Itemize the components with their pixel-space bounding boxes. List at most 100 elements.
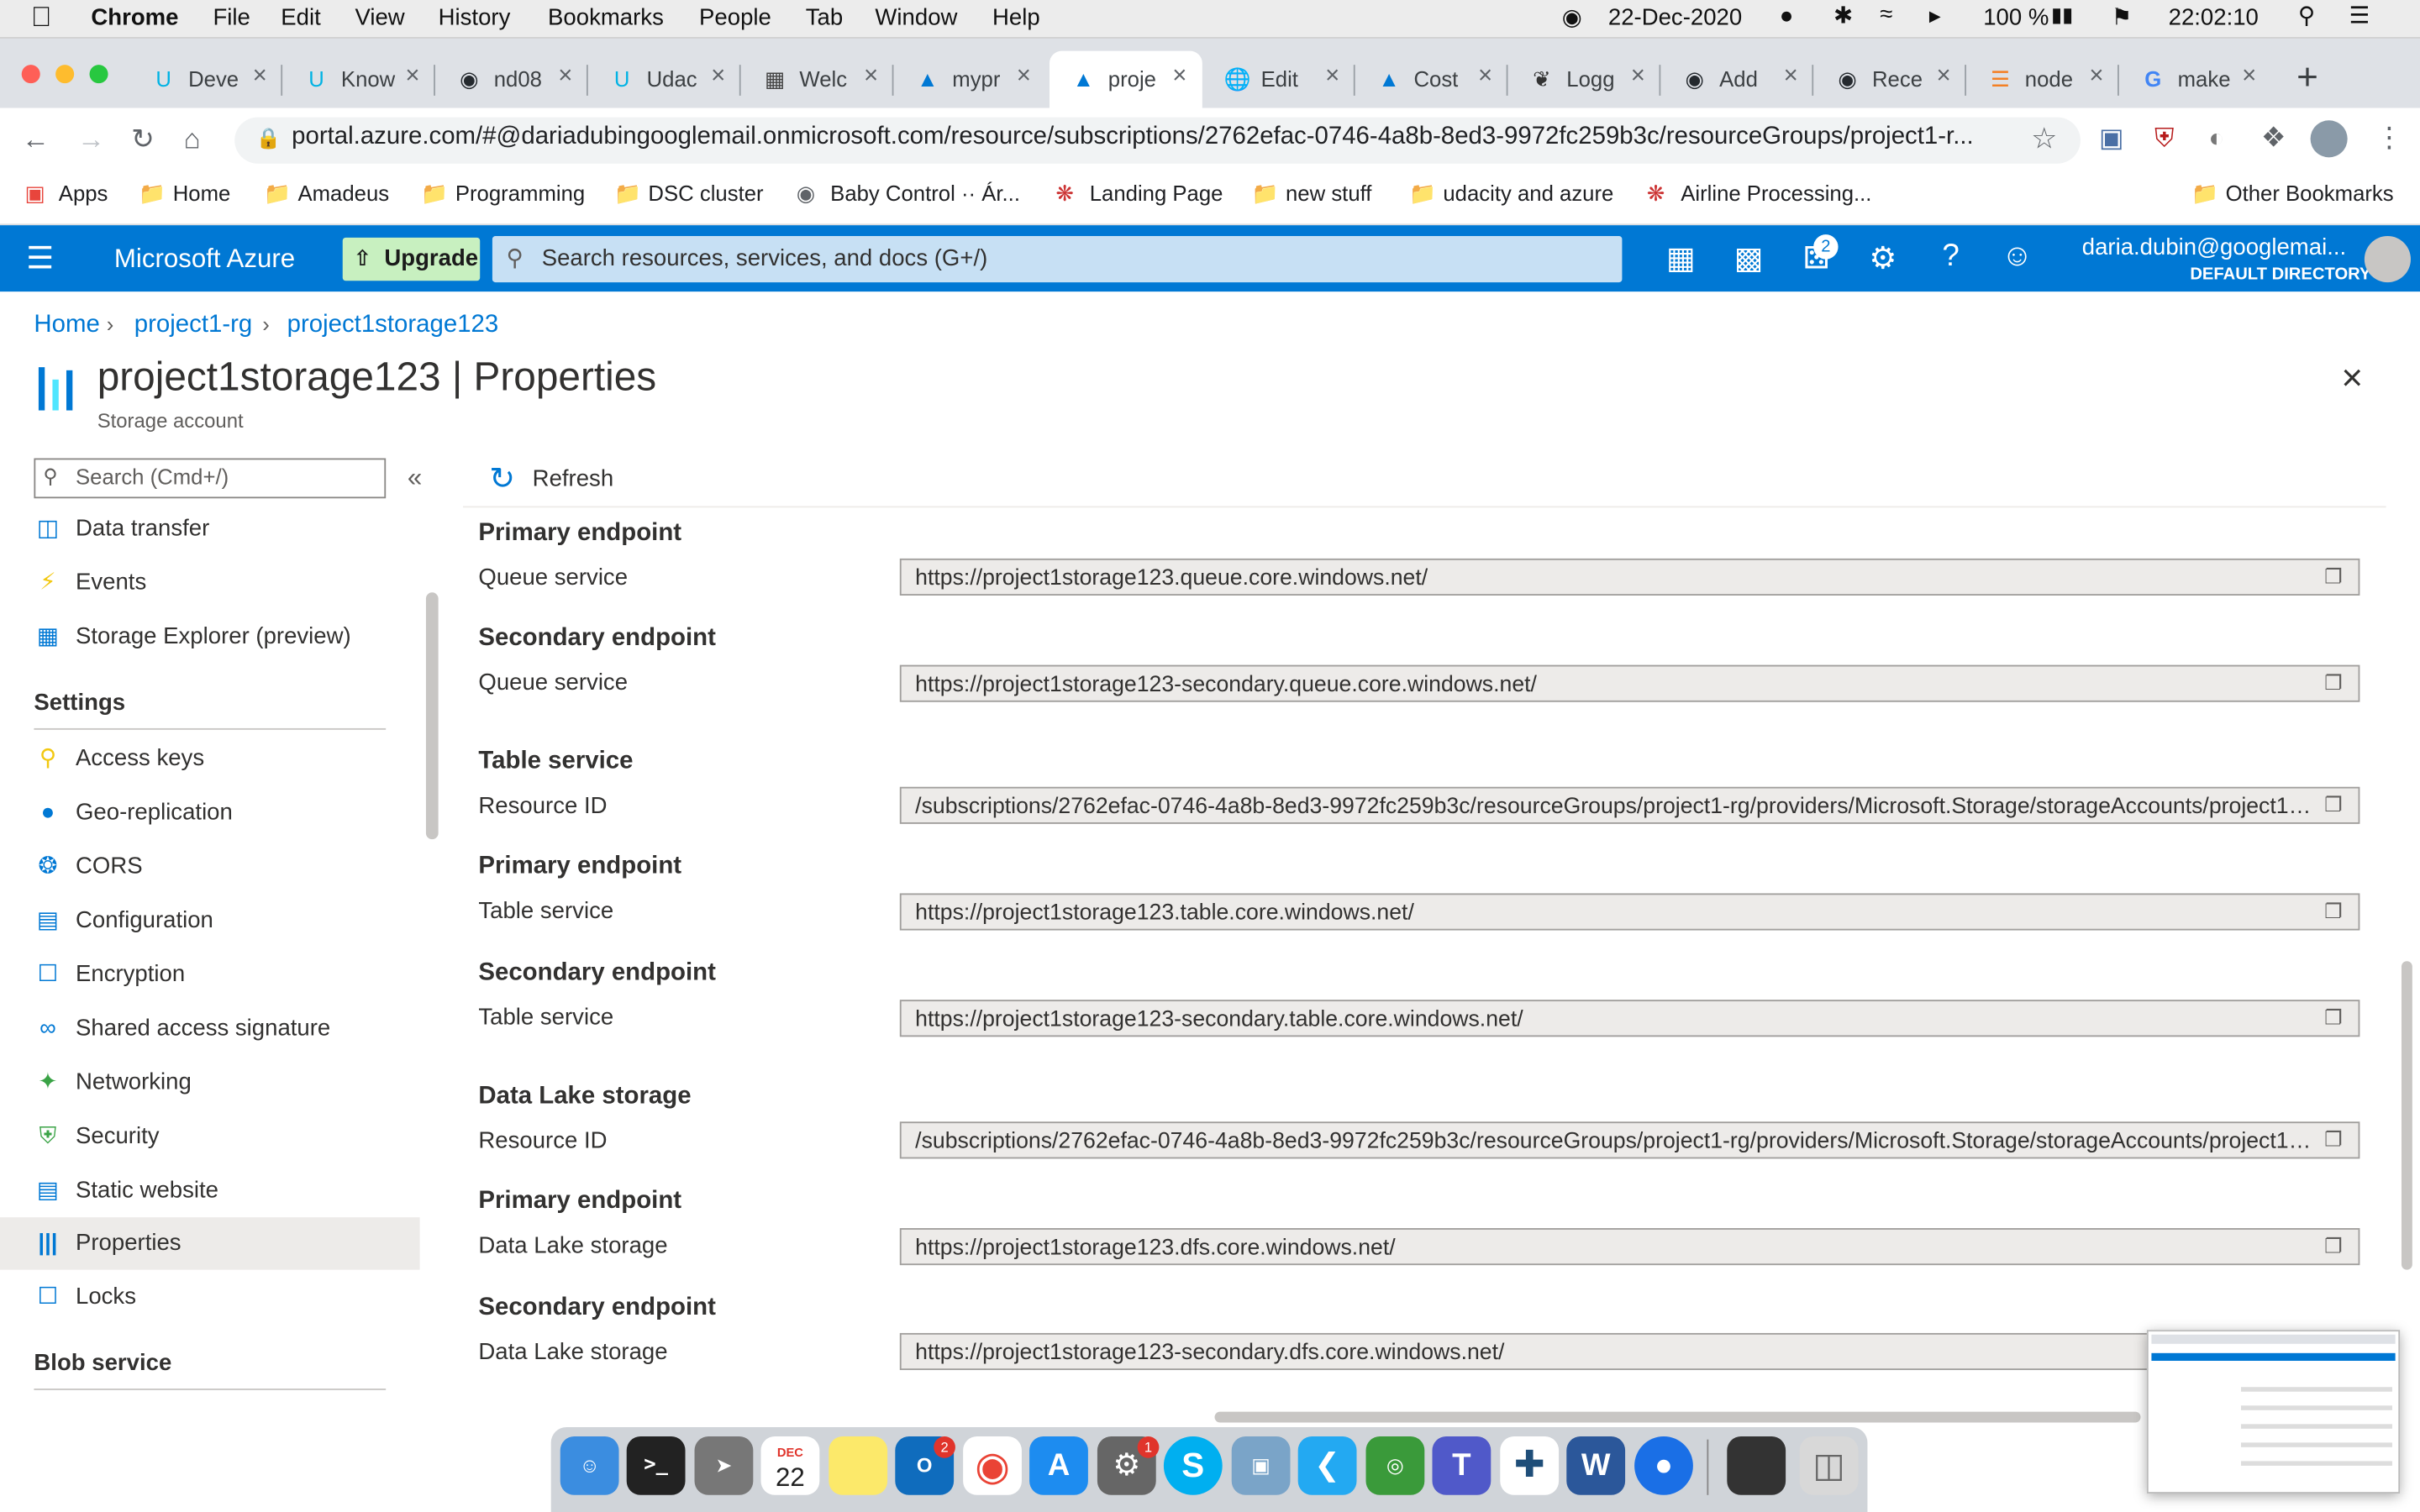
launchpad-icon[interactable]: ➤	[694, 1436, 754, 1495]
vpn-app-icon[interactable]: ◎	[1365, 1436, 1425, 1495]
close-blade-icon[interactable]: ×	[2341, 358, 2363, 401]
shield-extension-icon[interactable]: ⛨	[2154, 123, 2174, 155]
nav-item-security[interactable]: ⛨ Security	[0, 1110, 420, 1163]
browser-tab[interactable]: U Deve ×	[129, 51, 283, 108]
nav-item-geo-replication[interactable]: ● Geo-replication	[0, 787, 420, 839]
close-tab-icon[interactable]: ×	[253, 63, 267, 91]
calendar-icon[interactable]: DEC 22	[760, 1436, 820, 1495]
lock-icon[interactable]: 🔒	[256, 127, 281, 151]
url-text[interactable]: portal.azure.com/#@dariadubingooglemail.…	[292, 123, 2012, 151]
nav-scrollbar[interactable]	[425, 592, 439, 840]
camera-extension-icon[interactable]: ▣	[2099, 123, 2124, 155]
tableau-icon[interactable]: ✚	[1500, 1436, 1560, 1495]
menu-window[interactable]: Window	[875, 5, 957, 31]
chrome-icon[interactable]: ◉	[963, 1436, 1022, 1495]
bookmark-dsc-cluster[interactable]: 📁 DSC cluster	[614, 181, 764, 207]
screenshot-thumbnail[interactable]	[2146, 1330, 2401, 1494]
menu-view[interactable]: View	[355, 5, 404, 31]
queue-secondary-endpoint-field[interactable]: https://project1storage123-secondary.que…	[899, 664, 2360, 702]
datalake-secondary-endpoint-field[interactable]: https://project1storage123-secondary.dfs…	[899, 1332, 2360, 1371]
help-icon[interactable]: ?	[1933, 239, 1970, 275]
back-arrow-icon[interactable]: ←	[22, 123, 50, 156]
menu-tab[interactable]: Tab	[806, 5, 843, 31]
window-close-button[interactable]	[21, 65, 40, 84]
close-tab-icon[interactable]: ×	[1325, 63, 1339, 91]
content-vertical-scrollbar[interactable]	[2401, 961, 2412, 1270]
nav-item-shared-access-signature[interactable]: ∞ Shared access signature	[0, 1003, 420, 1055]
bookmark-baby-control[interactable]: ◉ Baby Control ·· Ár...	[797, 181, 1020, 207]
refresh-button[interactable]: Refresh	[533, 466, 613, 492]
copy-icon[interactable]: ❐	[2324, 1234, 2346, 1258]
table-secondary-endpoint-field[interactable]: https://project1storage123-secondary.tab…	[899, 1000, 2360, 1037]
menu-file[interactable]: File	[213, 5, 250, 31]
bookmark-udacity-azure[interactable]: 📁 udacity and azure	[1409, 181, 1613, 207]
menu-edit[interactable]: Edit	[281, 5, 320, 31]
browser-tab[interactable]: ◉ nd08 ×	[435, 51, 588, 108]
close-tab-icon[interactable]: ×	[711, 63, 725, 91]
maps-pin-icon[interactable]: ●	[1634, 1436, 1693, 1495]
nav-item-networking[interactable]: ✦ Networking	[0, 1057, 420, 1109]
close-tab-icon[interactable]: ×	[558, 63, 572, 91]
apple-icon[interactable]: 	[31, 2, 52, 34]
feedback-smiley-icon[interactable]: ☺	[1999, 239, 2036, 275]
reload-icon[interactable]: ↻	[131, 123, 155, 156]
cloud-shell-icon[interactable]: ▦	[1662, 239, 1699, 278]
window-zoom-button[interactable]	[89, 65, 108, 84]
preview-icon[interactable]: ▣	[1231, 1436, 1291, 1495]
breadcrumb-resource-group[interactable]: project1-rg	[134, 312, 252, 339]
nav-item-cors[interactable]: ❂ CORS	[0, 841, 420, 893]
browser-tab[interactable]: ▲ Cost ×	[1355, 51, 1508, 108]
vscode-icon[interactable]: ❮	[1297, 1436, 1357, 1495]
recent-window-thumbnail[interactable]	[1727, 1436, 1786, 1495]
close-tab-icon[interactable]: ×	[1631, 63, 1645, 91]
nav-item-configuration[interactable]: ▤ Configuration	[0, 895, 420, 947]
menu-app-name[interactable]: Chrome	[91, 5, 178, 31]
menu-time[interactable]: 22:02:10	[2169, 5, 2259, 31]
browser-tab[interactable]: ☰ node ×	[1966, 51, 2119, 108]
copy-icon[interactable]: ❐	[2324, 564, 2346, 589]
hamburger-menu-icon[interactable]: ☰	[26, 239, 54, 278]
chrome-menu-icon[interactable]: ⋮	[2375, 122, 2403, 155]
close-tab-icon[interactable]: ×	[1478, 63, 1492, 91]
queue-primary-endpoint-field[interactable]: https://project1storage123.queue.core.wi…	[899, 558, 2360, 596]
close-tab-icon[interactable]: ×	[405, 63, 419, 91]
bookmark-new-stuff[interactable]: 📁 new stuff	[1252, 181, 1372, 207]
nav-item-static-website[interactable]: ▤ Static website	[0, 1165, 420, 1217]
datalake-primary-endpoint-field[interactable]: https://project1storage123.dfs.core.wind…	[899, 1228, 2360, 1266]
datalake-resource-id-field[interactable]: /subscriptions/2762efac-0746-4a8b-8ed3-9…	[899, 1121, 2360, 1159]
copy-icon[interactable]: ❐	[2324, 1128, 2346, 1152]
account-email[interactable]: daria.dubin@googlemai...	[2082, 234, 2346, 260]
nav-item-storage-explorer[interactable]: ▦ Storage Explorer (preview)	[0, 611, 420, 663]
status-monitor-icon[interactable]: ●	[1780, 3, 1794, 29]
profile-avatar[interactable]	[2310, 120, 2348, 158]
battery-percent[interactable]: 100 %	[1983, 5, 2049, 31]
skype-icon[interactable]: S	[1163, 1436, 1223, 1495]
copy-icon[interactable]: ❐	[2324, 900, 2346, 924]
circle-extension-icon[interactable]: ◐	[2208, 123, 2224, 155]
nav-item-properties[interactable]: ||| Properties	[0, 1217, 420, 1270]
bookmark-landing-page[interactable]: ❋ Landing Page	[1055, 181, 1223, 207]
close-tab-icon[interactable]: ×	[1784, 63, 1798, 91]
bookmark-home[interactable]: 📁 Home	[139, 181, 230, 207]
notes-icon[interactable]	[829, 1436, 888, 1495]
nav-item-locks[interactable]: ☐ Locks	[0, 1271, 420, 1323]
notification-center-icon[interactable]: ☰	[2349, 2, 2370, 29]
trash-icon[interactable]: ◫	[1799, 1436, 1859, 1495]
account-avatar[interactable]	[2364, 236, 2411, 283]
bluetooth-icon[interactable]: ✱	[1833, 2, 1853, 29]
nav-item-access-keys[interactable]: ⚲ Access keys	[0, 732, 420, 785]
table-primary-endpoint-field[interactable]: https://project1storage123.table.core.wi…	[899, 893, 2360, 931]
account-directory[interactable]: DEFAULT DIRECTORY	[2190, 265, 2370, 284]
nav-item-data-transfer[interactable]: ◫ Data transfer	[0, 503, 420, 555]
volume-icon[interactable]: ▸	[1929, 2, 1941, 29]
close-tab-icon[interactable]: ×	[2242, 63, 2256, 91]
status-app-icon[interactable]: ◉	[1562, 3, 1582, 31]
battery-icon[interactable]: ▮▮	[2051, 3, 2073, 28]
browser-tab[interactable]: ▲ mypr ×	[893, 51, 1046, 108]
browser-tab[interactable]: U Know ×	[282, 51, 435, 108]
close-tab-icon[interactable]: ×	[2089, 63, 2103, 91]
window-minimize-button[interactable]	[55, 65, 75, 84]
copy-icon[interactable]: ❐	[2324, 1006, 2346, 1031]
directory-filter-icon[interactable]: ▩	[1730, 239, 1767, 278]
bookmark-other[interactable]: 📁 Other Bookmarks	[2191, 181, 2393, 207]
